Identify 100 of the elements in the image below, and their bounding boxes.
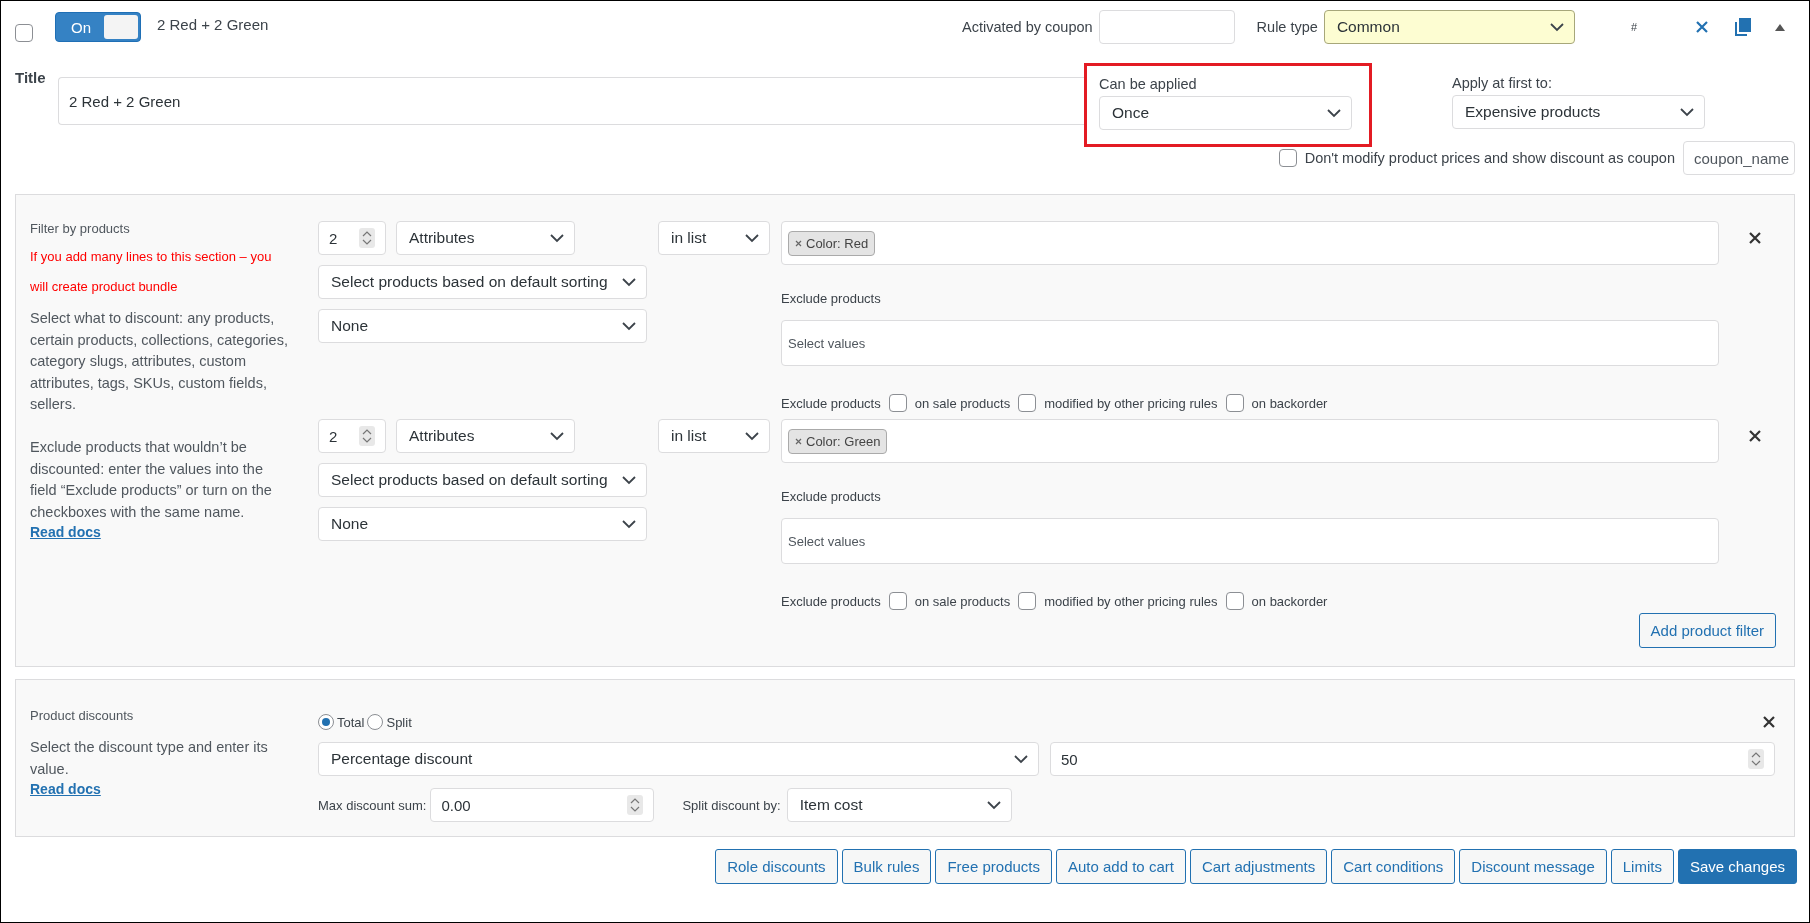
- field-label: Split discount by:: [682, 797, 781, 813]
- checkbox-label: on backorder: [1251, 395, 1328, 411]
- checkbox-label: Don't modify product prices and show discount as coupon: [1304, 150, 1675, 166]
- tag-input[interactable]: Color: Red: [781, 221, 1719, 265]
- quantity-input[interactable]: 2: [318, 419, 386, 453]
- close-icon[interactable]: [1762, 715, 1776, 729]
- tab-button[interactable]: Limits: [1610, 849, 1674, 884]
- coupon-input[interactable]: [1098, 10, 1235, 44]
- chevron-down-icon: [986, 800, 1001, 810]
- close-icon[interactable]: [1748, 231, 1762, 245]
- quantity-input[interactable]: 2: [318, 221, 386, 255]
- spinner-arrows-icon: [627, 795, 644, 815]
- radio-option[interactable]: Total: [318, 714, 365, 730]
- dropdown[interactable]: Select products based on default sorting: [318, 265, 647, 299]
- field-label: Can be applied: [1099, 76, 1198, 92]
- dropdown[interactable]: in list: [658, 419, 770, 453]
- chevron-down-icon: [550, 431, 564, 441]
- tab-button[interactable]: Save changes: [1677, 849, 1797, 884]
- tag-chip[interactable]: Color: Red: [788, 230, 876, 256]
- checkbox-label: Exclude products: [781, 593, 881, 609]
- tab-button[interactable]: Bulk rules: [841, 849, 932, 884]
- tab-button[interactable]: Auto add to cart: [1056, 849, 1186, 884]
- checkbox-label: modified by other pricing rules: [1044, 395, 1218, 411]
- copy-icon[interactable]: [1735, 18, 1751, 36]
- remove-icon[interactable]: [795, 239, 802, 247]
- hash-label: #: [1630, 21, 1637, 33]
- dropdown[interactable]: Once: [1099, 96, 1352, 130]
- rule-name: 2 Red + 2 Green: [157, 15, 269, 33]
- chevron-down-icon: [622, 475, 636, 485]
- description-text: Select what to discount: any products, certain products, collections, categories, category slugs, attributes, custom attributes, tags, SKUs, custom fields, sellers.: [30, 309, 288, 415]
- chevron-down-icon: [745, 431, 759, 441]
- chevron-down-icon: [550, 233, 564, 243]
- description-text: Select the discount type and enter its value.: [30, 738, 269, 779]
- checkbox[interactable]: [888, 394, 907, 412]
- dropdown[interactable]: Attributes: [396, 419, 575, 453]
- field-label: Apply at first to:: [1452, 75, 1553, 91]
- checkbox-label: on sale products: [914, 395, 1011, 411]
- dropdown[interactable]: Common: [1323, 10, 1575, 44]
- dropdown[interactable]: Percentage discount: [318, 742, 1039, 776]
- chevron-down-icon: [1014, 754, 1028, 764]
- checkbox-label: on backorder: [1251, 593, 1328, 609]
- dropdown[interactable]: Select products based on default sorting: [318, 463, 647, 497]
- radio-option[interactable]: Split: [367, 714, 412, 730]
- checkbox[interactable]: [888, 592, 907, 610]
- spinner-arrows-icon: [1748, 749, 1764, 769]
- max-discount-input[interactable]: 0.00: [430, 788, 655, 822]
- checkbox-label: modified by other pricing rules: [1044, 593, 1218, 609]
- field-label: Max discount sum:: [318, 797, 427, 813]
- checkbox[interactable]: [1225, 394, 1244, 412]
- field-label: Title: [15, 69, 47, 86]
- field-label: Activated by coupon: [962, 19, 1093, 35]
- chevron-down-icon: [1549, 22, 1564, 32]
- collapse-arrow-icon[interactable]: [1775, 23, 1785, 31]
- dropdown[interactable]: Item cost: [786, 788, 1012, 822]
- exclude-input[interactable]: Select values: [781, 518, 1719, 564]
- tab-button[interactable]: Free products: [935, 849, 1052, 884]
- toggle-switch[interactable]: On: [55, 12, 141, 42]
- dropdown[interactable]: Attributes: [396, 221, 575, 255]
- section-title: Filter by products: [30, 221, 131, 236]
- exclude-input[interactable]: Select values: [781, 320, 1719, 366]
- checkbox[interactable]: [1018, 394, 1037, 412]
- spinner-arrows-icon: [359, 228, 375, 248]
- checkbox[interactable]: [1225, 592, 1244, 610]
- coupon-name-input[interactable]: coupon_name: [1683, 141, 1795, 175]
- close-icon[interactable]: [1748, 429, 1762, 443]
- tab-button[interactable]: Cart conditions: [1331, 849, 1456, 884]
- dropdown[interactable]: in list: [658, 221, 770, 255]
- description-text: Exclude products that wouldn’t be discounted: enter the values into the field “Exclude products” or turn on the checkboxes with the same name.: [30, 437, 273, 522]
- tab-button[interactable]: Discount message: [1459, 849, 1607, 884]
- dropdown[interactable]: None: [318, 309, 647, 343]
- tag-chip[interactable]: Color: Green: [788, 428, 888, 454]
- section-title: Product discounts: [30, 708, 135, 723]
- field-label: Exclude products: [781, 489, 882, 504]
- chevron-down-icon: [745, 233, 759, 243]
- docs-link[interactable]: Read docs: [30, 524, 101, 541]
- dropdown[interactable]: Expensive products: [1452, 95, 1705, 129]
- chevron-down-icon: [622, 321, 636, 331]
- docs-link[interactable]: Read docs: [30, 781, 101, 798]
- chevron-down-icon: [1680, 107, 1694, 117]
- value-input[interactable]: 50: [1050, 742, 1775, 776]
- tab-button[interactable]: Role discounts: [715, 849, 838, 884]
- tab-button[interactable]: Cart adjustments: [1189, 849, 1328, 884]
- remove-icon[interactable]: [795, 437, 802, 445]
- tag-input[interactable]: Color: Green: [781, 419, 1719, 463]
- field-label: Exclude products: [781, 291, 882, 306]
- chevron-down-icon: [1327, 108, 1341, 118]
- chevron-down-icon: [622, 519, 636, 529]
- close-icon[interactable]: [1695, 20, 1709, 34]
- checkbox-label: on sale products: [914, 593, 1011, 609]
- warning-text: If you add many lines to this section – you will create product bundle: [30, 248, 273, 296]
- checkbox[interactable]: [1278, 149, 1297, 167]
- checkbox[interactable]: [1018, 592, 1037, 610]
- checkbox-label: Exclude products: [781, 395, 881, 411]
- checkbox[interactable]: [15, 24, 33, 42]
- field-label: Rule type: [1256, 19, 1318, 35]
- title-input[interactable]: 2 Red + 2 Green: [58, 77, 1084, 125]
- dropdown[interactable]: None: [318, 507, 647, 541]
- spinner-arrows-icon: [359, 426, 375, 446]
- add-filter-button[interactable]: Add product filter: [1638, 613, 1776, 648]
- chevron-down-icon: [622, 277, 636, 287]
